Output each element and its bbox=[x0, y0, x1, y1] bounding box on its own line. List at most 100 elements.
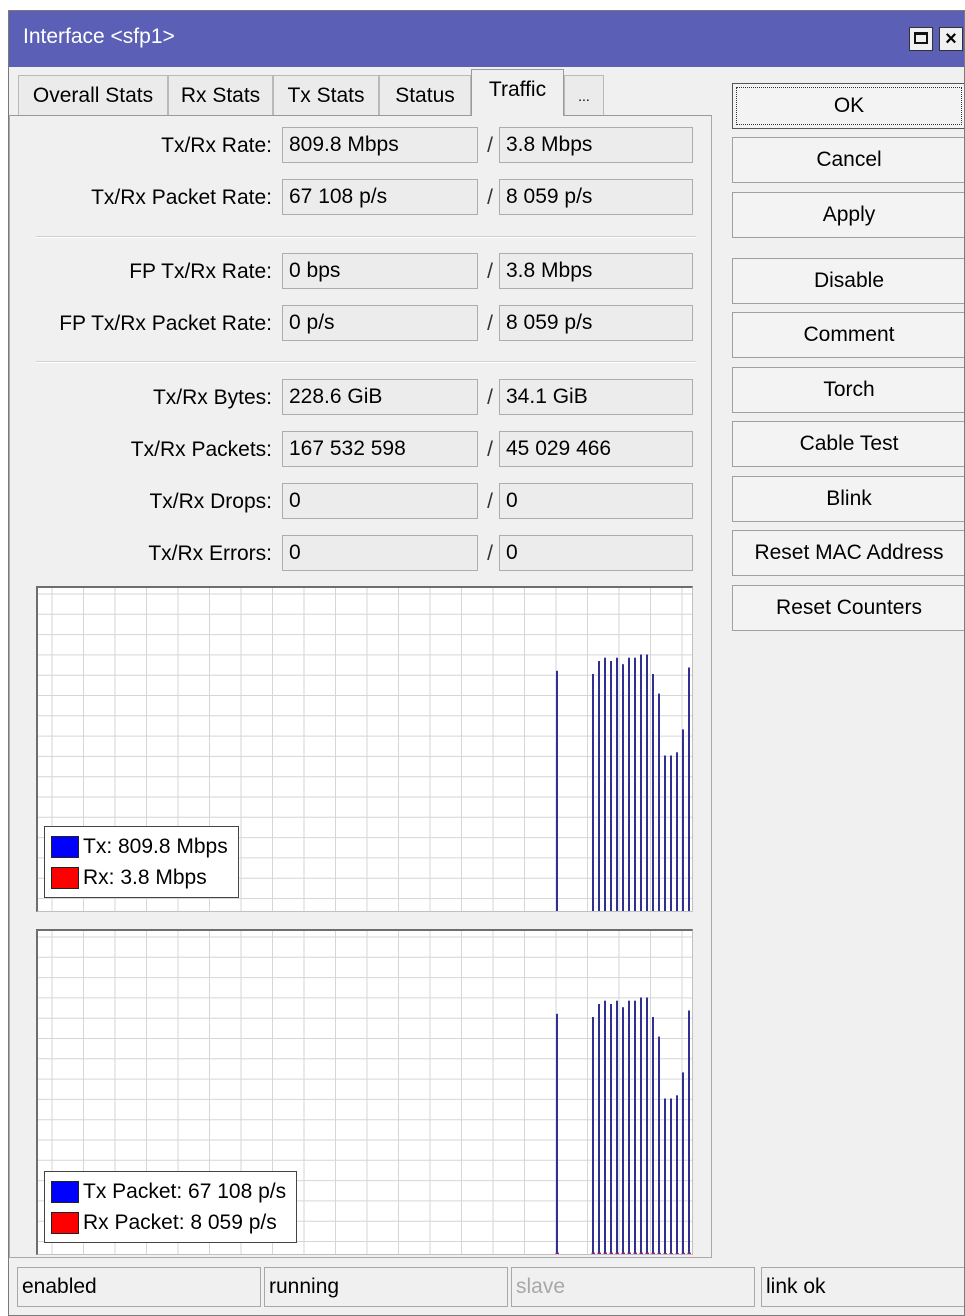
rx-bar bbox=[645, 1252, 649, 1254]
blink-button[interactable]: Blink bbox=[732, 476, 964, 522]
fp-tx-packet-rate-field[interactable]: 0 p/s bbox=[282, 305, 478, 341]
rx-bar bbox=[555, 1252, 559, 1254]
slash: / bbox=[487, 134, 493, 157]
tab-status[interactable]: Status bbox=[379, 75, 471, 115]
ok-button[interactable]: OK bbox=[732, 83, 964, 129]
tx-rate-field[interactable]: 809.8 Mbps bbox=[282, 127, 478, 163]
stat-label-fp-rate: FP Tx/Rx Rate: bbox=[129, 260, 272, 283]
window-title: Interface <sfp1> bbox=[23, 25, 175, 48]
stat-label-rate: Tx/Rx Rate: bbox=[161, 134, 272, 157]
tx-bar bbox=[658, 693, 660, 911]
rx-bar bbox=[603, 1252, 607, 1254]
tx-bar bbox=[652, 674, 654, 911]
slash: / bbox=[487, 490, 493, 513]
maximize-icon[interactable] bbox=[909, 27, 933, 51]
tx-bar bbox=[682, 1072, 684, 1254]
tx-bar bbox=[616, 1000, 618, 1254]
slash: / bbox=[487, 386, 493, 409]
rx-bar bbox=[675, 1253, 679, 1254]
reset-counters-button[interactable]: Reset Counters bbox=[732, 585, 964, 631]
rx-drops-field[interactable]: 0 bbox=[499, 483, 693, 519]
tab-rx-stats[interactable]: Rx Stats bbox=[168, 75, 273, 115]
tx-bar bbox=[640, 997, 642, 1254]
slash: / bbox=[487, 260, 493, 283]
traffic-graph-legend: Tx: 809.8 Mbps Rx: 3.8 Mbps bbox=[44, 826, 239, 898]
packet-graph-legend: Tx Packet: 67 108 p/s Rx Packet: 8 059 p… bbox=[44, 1171, 298, 1243]
tx-bar bbox=[640, 654, 642, 911]
stat-label-bytes: Tx/Rx Bytes: bbox=[152, 386, 272, 409]
tx-drops-field[interactable]: 0 bbox=[282, 483, 478, 519]
stat-label-fp-packet-rate: FP Tx/Rx Packet Rate: bbox=[59, 312, 272, 335]
legend-rx: Rx: 3.8 Mbps bbox=[51, 862, 228, 893]
stat-label-packet-rate: Tx/Rx Packet Rate: bbox=[91, 186, 272, 209]
stat-label-packets: Tx/Rx Packets: bbox=[130, 438, 272, 461]
tx-bar bbox=[556, 1013, 558, 1254]
rx-packet-legend-text: Rx Packet: 8 059 p/s bbox=[83, 1211, 277, 1234]
tab-tx-stats[interactable]: Tx Stats bbox=[273, 75, 379, 115]
tx-bar bbox=[628, 657, 630, 911]
tx-bar bbox=[634, 1000, 636, 1254]
title-bar[interactable]: Interface <sfp1> × bbox=[9, 11, 964, 67]
tx-bar bbox=[604, 657, 606, 911]
rx-legend-text: Rx: 3.8 Mbps bbox=[83, 866, 207, 889]
disable-button[interactable]: Disable bbox=[732, 258, 964, 304]
tx-bytes-field[interactable]: 228.6 GiB bbox=[282, 379, 478, 415]
slash: / bbox=[487, 542, 493, 565]
torch-button[interactable]: Torch bbox=[732, 367, 964, 413]
tx-bar bbox=[592, 1017, 594, 1254]
apply-button[interactable]: Apply bbox=[732, 192, 964, 238]
rx-bar bbox=[609, 1252, 613, 1254]
tab-bar: Overall Stats Rx Stats Tx Stats Status T… bbox=[9, 67, 729, 116]
separator bbox=[36, 361, 696, 363]
tx-bar bbox=[622, 664, 624, 911]
traffic-graph: Tx: 809.8 Mbps Rx: 3.8 Mbps bbox=[36, 586, 693, 912]
rx-bytes-field[interactable]: 34.1 GiB bbox=[499, 379, 693, 415]
rx-errors-field[interactable]: 0 bbox=[499, 535, 693, 571]
rx-packets-field[interactable]: 45 029 466 bbox=[499, 431, 693, 467]
legend-tx: Tx: 809.8 Mbps bbox=[51, 831, 228, 862]
tx-bar bbox=[646, 654, 648, 911]
stat-label-drops: Tx/Rx Drops: bbox=[149, 490, 272, 513]
fp-rx-packet-rate-field[interactable]: 8 059 p/s bbox=[499, 305, 693, 341]
rx-bar bbox=[651, 1252, 655, 1254]
status-link: link ok bbox=[761, 1267, 964, 1307]
tx-bar bbox=[592, 674, 594, 911]
tx-bar bbox=[556, 670, 558, 911]
reset-mac-address-button[interactable]: Reset MAC Address bbox=[732, 530, 964, 576]
rx-bar bbox=[597, 1252, 601, 1254]
tx-packet-rate-field[interactable]: 67 108 p/s bbox=[282, 179, 478, 215]
tx-packet-legend-text: Tx Packet: 67 108 p/s bbox=[83, 1180, 287, 1203]
status-running: running bbox=[264, 1267, 508, 1307]
traffic-panel: Tx/Rx Rate: 809.8 Mbps / 3.8 Mbps Tx/Rx … bbox=[9, 115, 712, 1258]
fp-rx-rate-field[interactable]: 3.8 Mbps bbox=[499, 253, 693, 289]
legend-rx-packet: Rx Packet: 8 059 p/s bbox=[51, 1207, 286, 1238]
tx-errors-field[interactable]: 0 bbox=[282, 535, 478, 571]
fp-tx-rate-field[interactable]: 0 bps bbox=[282, 253, 478, 289]
rx-rate-field[interactable]: 3.8 Mbps bbox=[499, 127, 693, 163]
tx-bar bbox=[688, 667, 690, 911]
rx-bar bbox=[591, 1252, 595, 1254]
tx-bar bbox=[616, 657, 618, 911]
tx-bar bbox=[622, 1007, 624, 1254]
separator bbox=[36, 236, 696, 238]
tx-bar bbox=[670, 755, 672, 911]
status-slave: slave bbox=[511, 1267, 755, 1307]
rx-color-swatch bbox=[51, 866, 79, 889]
tx-bar bbox=[658, 1036, 660, 1254]
tx-bar bbox=[598, 1004, 600, 1254]
rx-packet-color-swatch bbox=[51, 1211, 79, 1234]
rx-packet-rate-field[interactable]: 8 059 p/s bbox=[499, 179, 693, 215]
tx-bar bbox=[646, 997, 648, 1254]
cable-test-button[interactable]: Cable Test bbox=[732, 421, 964, 467]
cancel-button[interactable]: Cancel bbox=[732, 137, 964, 183]
slash: / bbox=[487, 312, 493, 335]
tab-more[interactable]: ... bbox=[564, 75, 604, 115]
comment-button[interactable]: Comment bbox=[732, 312, 964, 358]
tab-overall-stats[interactable]: Overall Stats bbox=[18, 75, 168, 115]
tx-bar bbox=[676, 752, 678, 911]
tab-traffic[interactable]: Traffic bbox=[471, 69, 564, 116]
close-icon[interactable]: × bbox=[939, 27, 963, 51]
tx-packets-field[interactable]: 167 532 598 bbox=[282, 431, 478, 467]
tx-bar bbox=[664, 1098, 666, 1254]
tx-bar bbox=[604, 1000, 606, 1254]
